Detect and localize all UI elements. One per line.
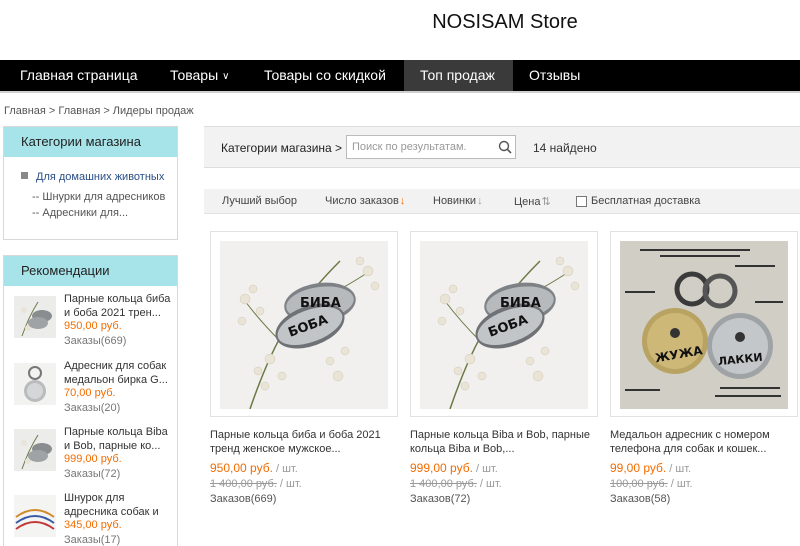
nav-item-products[interactable]: Товары ∨: [154, 60, 246, 91]
product-old-price-value: 1 400,00 руб.: [410, 478, 477, 490]
product-old-price-value: 100,00 руб.: [610, 478, 668, 490]
rec-orders: Заказы(72): [64, 468, 121, 480]
ring-engraving: БИБА: [500, 296, 541, 311]
rec-price: 999,00 руб.: [64, 453, 122, 465]
product-old-price-value: 1 400,00 руб.: [210, 478, 277, 490]
product-old-price-unit: / шт.: [667, 478, 693, 490]
product-price: 950,00 руб. / шт.: [210, 461, 298, 475]
search-input[interactable]: [346, 135, 516, 159]
rec-item[interactable]: Шнурок для адресника собак и 345,00 руб.…: [12, 491, 177, 546]
product-price-value: 999,00 руб.: [410, 461, 473, 475]
rec-price: 950,00 руб.: [64, 320, 122, 332]
sidebar-categories-title: Категории магазина: [4, 127, 177, 157]
rec-thumb[interactable]: [14, 429, 56, 471]
product-price-value: 99,00 руб.: [610, 461, 667, 475]
main-nav: Главная страница Товары ∨ Товары со скидк…: [0, 60, 800, 93]
rec-orders: Заказы(20): [64, 402, 121, 414]
ring-engraving: БИБА: [300, 296, 341, 311]
product-card[interactable]: БИБА БОБА Парные кольца Biba и Bob, парн…: [410, 231, 598, 531]
nav-item-top-sales[interactable]: Топ продаж: [404, 60, 513, 91]
rec-thumb[interactable]: [14, 363, 56, 405]
sort-price[interactable]: Цена⇅: [514, 195, 551, 208]
rec-price: 345,00 руб.: [64, 519, 122, 531]
product-image-rings[interactable]: БИБА БОБА: [420, 241, 588, 409]
sort-price-label: Цена: [514, 196, 541, 208]
rec-item[interactable]: Парные кольца биба и боба 2021 трен... 9…: [12, 292, 177, 356]
category-pets-label: Для домашних животных: [36, 171, 165, 183]
product-image-frame[interactable]: БИБА БОБА: [410, 231, 598, 417]
product-title[interactable]: Парные кольца биба и боба 2021 тренд жен…: [210, 428, 400, 456]
sort-bar: Лучший выбор Число заказов↓ Новинки↓ Цен…: [204, 189, 800, 214]
product-price-unit: / шт.: [666, 463, 692, 475]
rec-item[interactable]: Адресник для собак медальон бирка G... 7…: [12, 359, 177, 423]
product-old-price-unit: / шт.: [476, 478, 502, 490]
sidebar-recommendations: Рекомендации Парные кольца биба и боба 2…: [3, 255, 178, 546]
product-card[interactable]: БИБА БОБА Парные кольца биба и боба 2021…: [210, 231, 398, 531]
sort-new[interactable]: Новинки↓: [433, 195, 483, 207]
product-price-value: 950,00 руб.: [210, 461, 273, 475]
rec-title[interactable]: Парные кольца биба и боба 2021 трен...: [64, 292, 176, 320]
rec-thumb[interactable]: [14, 296, 56, 338]
sidebar-categories: Категории магазина Для домашних животных…: [3, 126, 178, 240]
chevron-down-icon: ∨: [222, 71, 230, 82]
nav-item-reviews[interactable]: Отзывы: [513, 60, 596, 91]
free-shipping-checkbox[interactable]: [576, 196, 587, 207]
product-orders: Заказов(669): [210, 493, 277, 505]
rec-title[interactable]: Шнурок для адресника собак и: [64, 491, 176, 519]
arrow-down-icon: ↓: [399, 195, 406, 207]
rec-orders: Заказы(17): [64, 534, 121, 546]
breadcrumb[interactable]: Главная > Главная > Лидеры продаж: [4, 105, 194, 117]
product-card[interactable]: ЖУЖА ЛАККИ Медальон адресник с номером т…: [610, 231, 798, 531]
product-image-frame[interactable]: ЖУЖА ЛАККИ: [610, 231, 798, 417]
category-item-label: Адресники для...: [42, 207, 129, 219]
product-old-price-unit: / шт.: [276, 478, 302, 490]
store-title: NOSISAM Store: [432, 11, 578, 33]
product-price-unit: / шт.: [272, 463, 298, 475]
arrow-down-icon: ↓: [477, 195, 483, 207]
product-title[interactable]: Парные кольца Biba и Bob, парные кольца …: [410, 428, 600, 456]
search-bar: Категории магазина > 14 найдено: [204, 126, 800, 168]
nav-item-home[interactable]: Главная страница: [4, 60, 154, 91]
rec-item[interactable]: Парные кольца Biba и Bob, парные ко... 9…: [12, 425, 177, 489]
product-price: 999,00 руб. / шт.: [410, 461, 498, 475]
free-shipping-label[interactable]: Бесплатная доставка: [591, 195, 700, 207]
category-item-label: Шнурки для адресников: [42, 191, 166, 203]
rec-title[interactable]: Парные кольца Biba и Bob, парные ко...: [64, 425, 176, 453]
collapse-icon: [21, 172, 28, 179]
nav-item-products-label: Товары: [170, 67, 219, 83]
rec-thumb[interactable]: [14, 495, 56, 537]
nav-item-discounts[interactable]: Товары со скидкой: [248, 60, 402, 91]
product-orders: Заказов(58): [610, 493, 671, 505]
sort-new-label: Новинки: [433, 195, 477, 207]
product-image-rings[interactable]: БИБА БОБА: [220, 241, 388, 409]
category-item[interactable]: -- Адресники для...: [32, 207, 128, 219]
search-category-label[interactable]: Категории магазина >: [221, 141, 342, 155]
product-old-price: 100,00 руб. / шт.: [610, 478, 693, 490]
category-pets[interactable]: Для домашних животных: [21, 171, 164, 183]
results-count: 14 найдено: [533, 141, 597, 155]
rec-price: 70,00 руб.: [64, 387, 116, 399]
search-icon[interactable]: [498, 140, 512, 154]
sort-orders[interactable]: Число заказов↓: [325, 195, 405, 207]
sidebar-recommendations-title: Рекомендации: [4, 256, 177, 286]
product-title[interactable]: Медальон адресник с номером телефона для…: [610, 428, 800, 456]
product-price: 99,00 руб. / шт.: [610, 461, 691, 475]
product-price-unit: / шт.: [472, 463, 498, 475]
product-image-frame[interactable]: БИБА БОБА: [210, 231, 398, 417]
product-old-price: 1 400,00 руб. / шт.: [210, 478, 302, 490]
rec-title[interactable]: Адресник для собак медальон бирка G...: [64, 359, 176, 387]
sort-updown-icon: ⇅: [541, 196, 551, 208]
sort-orders-label: Число заказов: [325, 195, 399, 207]
product-orders: Заказов(72): [410, 493, 471, 505]
sort-best[interactable]: Лучший выбор: [222, 195, 297, 207]
category-item[interactable]: -- Шнурки для адресников: [32, 191, 165, 203]
product-old-price: 1 400,00 руб. / шт.: [410, 478, 502, 490]
product-image-tags[interactable]: ЖУЖА ЛАККИ: [620, 241, 788, 409]
rec-orders: Заказы(669): [64, 335, 127, 347]
